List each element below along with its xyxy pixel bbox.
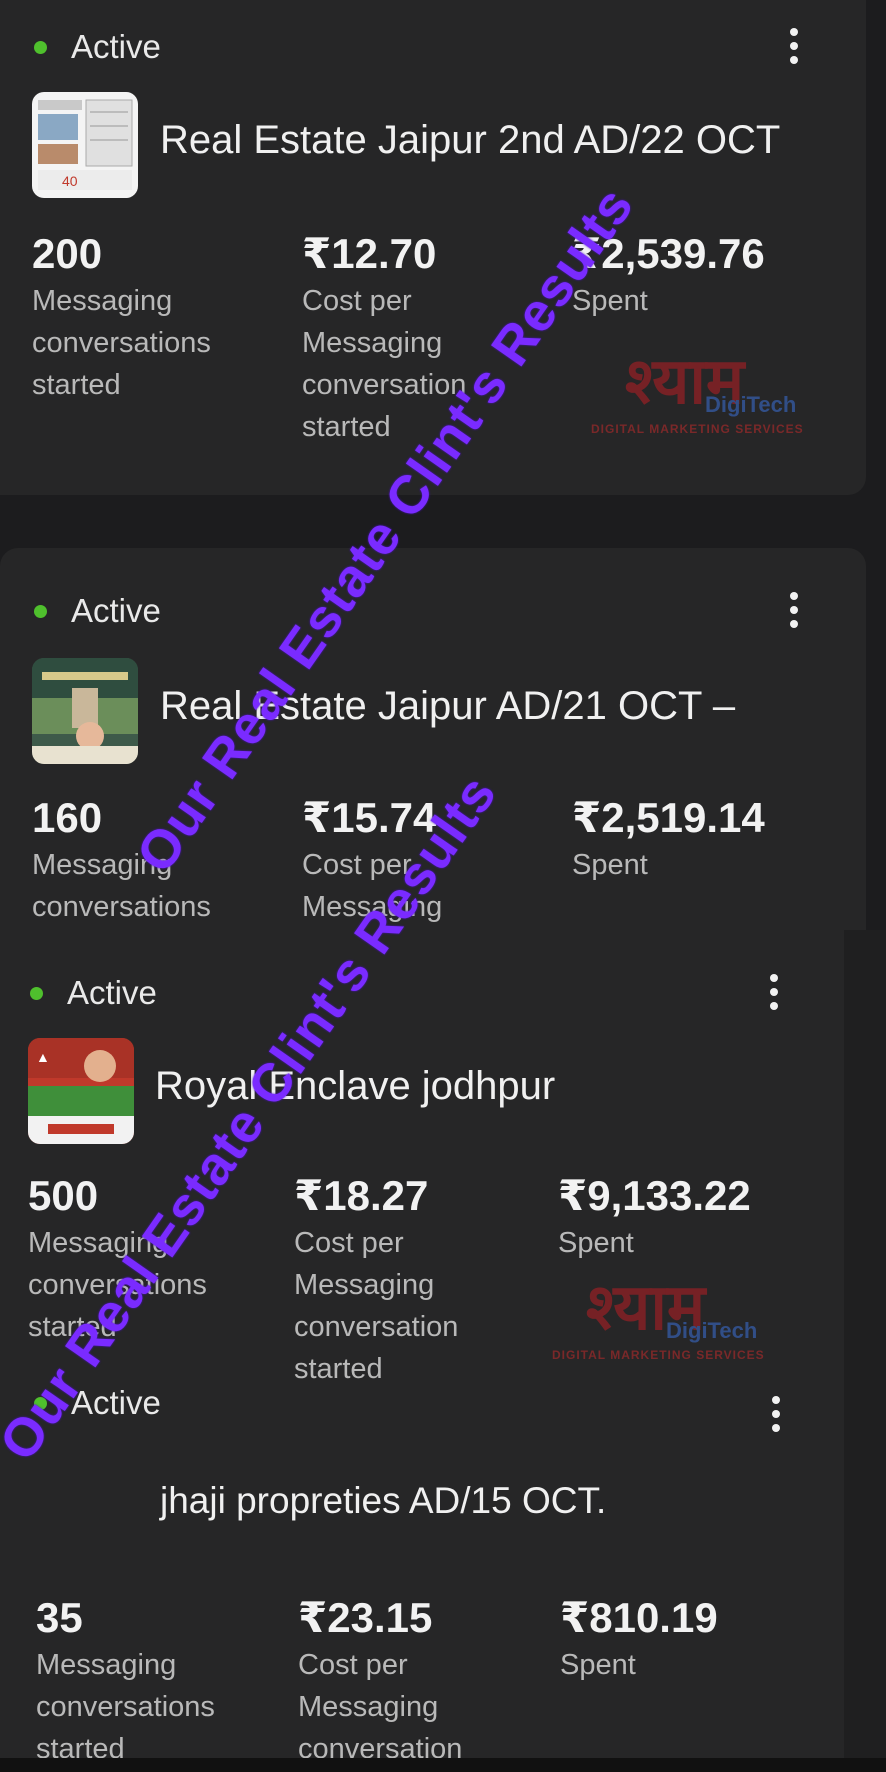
ad-thumbnail: 40 (32, 92, 138, 198)
ad-thumbnail: ▲ (28, 1038, 134, 1144)
metric-label: Messaging conversations started (36, 1649, 215, 1765)
metric-value: ₹12.70 (302, 230, 437, 277)
metric-label: Messaging conversations started (32, 285, 211, 401)
status-label: Active (71, 592, 161, 629)
bottom-edge (0, 1758, 886, 1772)
metric-cost-per-result: ₹18.27 Cost per Messaging conversation s… (294, 1170, 494, 1384)
status-indicator: Active (34, 28, 161, 66)
metric-spent: ₹2,519.14 Spent (572, 792, 822, 886)
metric-label: Cost per Messaging conversation started (294, 1227, 459, 1384)
digitech-logo: श्याम DigiTech DIGITAL MARKETING SERVICE… (546, 1206, 786, 1376)
ad-card-4[interactable]: Active jhaji propreties AD/15 OCT. 35 Me… (0, 1384, 844, 1772)
metric-label: Spent (572, 849, 648, 881)
metric-label: Spent (560, 1649, 636, 1681)
metric-spent: ₹810.19 Spent (560, 1592, 810, 1686)
active-dot-icon (34, 40, 47, 54)
more-options-icon[interactable] (768, 974, 780, 1010)
ad-title[interactable]: Real Estate Jaipur 2nd AD/22 OCT (160, 118, 780, 163)
logo-tagline: DIGITAL MARKETING SERVICES (552, 1348, 765, 1362)
metric-value: ₹18.27 (294, 1172, 429, 1219)
more-options-icon[interactable] (788, 592, 800, 628)
logo-brand: DigiTech (666, 1318, 758, 1343)
side-shadow (844, 930, 886, 1772)
more-options-icon[interactable] (788, 28, 800, 64)
ad-title[interactable]: jhaji propreties AD/15 OCT. (160, 1480, 606, 1522)
metric-value: 200 (32, 230, 103, 277)
active-dot-icon (34, 604, 47, 618)
logo-tagline: DIGITAL MARKETING SERVICES (591, 422, 804, 436)
metric-value: ₹810.19 (560, 1594, 718, 1641)
more-options-icon[interactable] (770, 1396, 782, 1432)
ad-thumbnail (32, 658, 138, 764)
status-indicator: Active (30, 974, 157, 1012)
metric-cost-per-result: ₹23.15 Cost per Messaging conversation (298, 1592, 498, 1770)
svg-text:▲: ▲ (36, 1049, 50, 1065)
metric-results: 200 Messaging conversations started (32, 228, 252, 406)
status-label: Active (67, 974, 157, 1011)
status-label: Active (71, 28, 161, 65)
svg-text:40: 40 (62, 173, 78, 189)
metric-label: Cost per Messaging conversation (298, 1649, 463, 1765)
logo-brand: DigiTech (705, 392, 797, 417)
metric-results: 35 Messaging conversations started (36, 1592, 256, 1770)
metric-value: ₹2,519.14 (572, 794, 765, 841)
ad-title[interactable]: Royal Enclave jodhpur (155, 1064, 555, 1109)
metric-value: ₹23.15 (298, 1594, 433, 1641)
digitech-logo: श्याम DigiTech DIGITAL MARKETING SERVICE… (585, 280, 825, 450)
status-indicator: Active (34, 592, 161, 630)
active-dot-icon (30, 986, 43, 1000)
metric-value: 35 (36, 1594, 83, 1641)
